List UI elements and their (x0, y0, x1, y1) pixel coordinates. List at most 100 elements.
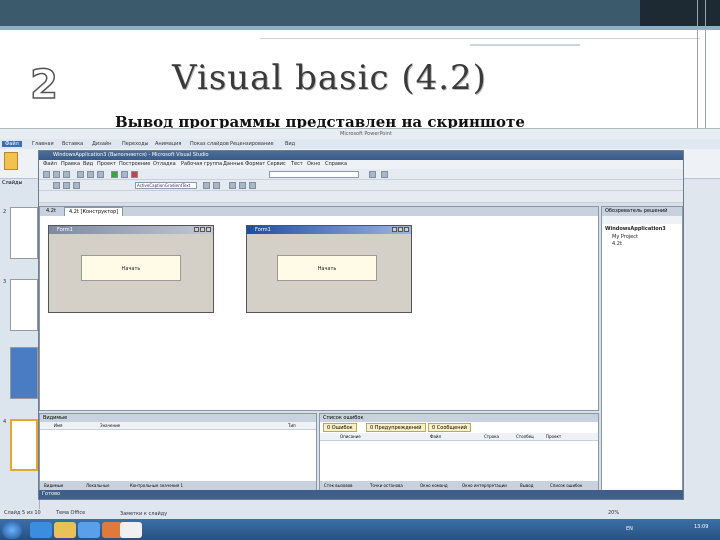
close-icon[interactable] (404, 227, 409, 232)
vs-config-combo[interactable] (269, 171, 359, 178)
error-list-pane: Список ошибок 0 Ошибок 0 Предупреждений … (319, 413, 599, 491)
slide-title: Visual basic (4.2) (172, 58, 487, 98)
solution-item[interactable]: WindowsApplication3 (605, 226, 666, 232)
clock: 13:09 (694, 524, 709, 530)
open-icon[interactable] (53, 171, 60, 178)
pause-icon[interactable] (121, 171, 128, 178)
vs-titlebar: WindowsApplication3 (Выполняется) - Micr… (39, 151, 683, 160)
slide-thumbnail[interactable] (10, 279, 38, 331)
start-button-icon[interactable] (2, 521, 22, 539)
maximize-icon[interactable] (398, 227, 403, 232)
vs-menu-item[interactable]: Данные (223, 161, 244, 167)
bold-icon[interactable] (203, 182, 210, 189)
vs-menu-item[interactable]: Окно (307, 161, 320, 167)
close-icon[interactable] (206, 227, 211, 232)
paste-icon[interactable] (97, 171, 104, 178)
vs-menu-item[interactable]: Правка (61, 161, 80, 167)
error-columns: Описание Файл Строка Столбец Проект (320, 433, 598, 441)
errors-filter[interactable]: 0 Ошибок (323, 423, 357, 432)
folder-icon[interactable] (54, 522, 76, 538)
maximize-icon[interactable] (200, 227, 205, 232)
col-header: Проект (546, 434, 562, 439)
pane-tab[interactable]: Окно команд (420, 483, 448, 488)
app-icon[interactable] (120, 522, 142, 538)
decor-vline (697, 0, 698, 130)
minimize-icon[interactable] (194, 227, 199, 232)
pane-tab[interactable]: Локальные (86, 483, 109, 488)
copy-icon[interactable] (87, 171, 94, 178)
vs-window: WindowsApplication3 (Выполняется) - Micr… (38, 150, 684, 500)
slide-thumbnail[interactable] (10, 207, 38, 259)
slide-thumbnail[interactable] (10, 347, 38, 399)
slide-number-badge: 2 (29, 62, 58, 104)
slide-thumbnail-selected[interactable] (10, 419, 38, 471)
warnings-filter[interactable]: 0 Предупреждений (366, 423, 426, 432)
pane-tab[interactable]: Вывод (520, 483, 533, 488)
align-center-icon[interactable] (63, 182, 70, 189)
align-right-icon[interactable] (73, 182, 80, 189)
form-titlebar: Form1 (247, 226, 411, 234)
pane-tab[interactable]: Окно интерпретации (462, 483, 507, 488)
ppt-tab[interactable]: Анимация (155, 141, 181, 147)
theme-name: Тема Office (56, 510, 86, 516)
slide: 2 Visual basic (4.2) Вывод программы пре… (0, 0, 720, 540)
format-icon[interactable] (229, 182, 236, 189)
pane-tab[interactable]: Видимые (44, 483, 63, 488)
vs-menu-item[interactable]: Файл (43, 161, 57, 167)
ppt-tab[interactable]: Показ слайдов (190, 141, 229, 147)
find-icon[interactable] (369, 171, 376, 178)
ie-icon[interactable] (30, 522, 52, 538)
locals-header: Видимые (40, 414, 316, 422)
vs-menu-item[interactable]: Вид (83, 161, 93, 167)
ppt-tab[interactable]: Вид (285, 141, 295, 147)
vs-menu-item[interactable]: Формат (245, 161, 265, 167)
vs-menu-item[interactable]: Сервис (267, 161, 286, 167)
vs-menu-item[interactable]: Построение (119, 161, 150, 167)
vs-menu-item[interactable]: Справка (325, 161, 347, 167)
slide-top-dark (640, 0, 720, 26)
pane-tab[interactable]: Контрольные значения 1 (130, 483, 183, 488)
vs-menu-item[interactable]: Отладка (153, 161, 176, 167)
vs-menu-item[interactable]: Проект (97, 161, 116, 167)
cut-icon[interactable] (77, 171, 84, 178)
solution-explorer-icon[interactable] (381, 171, 388, 178)
ppt-tab[interactable]: Дизайн (92, 141, 111, 147)
format-icon[interactable] (249, 182, 256, 189)
format-icon[interactable] (239, 182, 246, 189)
slide-top-strip (0, 26, 720, 30)
vs-menu-item[interactable]: Тест (291, 161, 303, 167)
ppt-tab-file[interactable]: Файл (2, 141, 22, 147)
decor-line (470, 44, 580, 46)
ppt-tab[interactable]: Вставка (62, 141, 83, 147)
col-header: Описание (340, 434, 361, 439)
save-icon[interactable] (63, 171, 70, 178)
solution-item[interactable]: 4.2t (612, 241, 622, 247)
start-debug-icon[interactable] (111, 171, 118, 178)
app-icon[interactable] (78, 522, 100, 538)
ppt-tab[interactable]: Переходы (122, 141, 149, 147)
italic-icon[interactable] (213, 182, 220, 189)
pane-tab[interactable]: Стек вызовов (324, 483, 353, 488)
color-combo[interactable]: ActiveCaptionGradientText (135, 182, 197, 189)
ppt-tab[interactable]: Главная (32, 141, 54, 147)
stop-icon[interactable] (131, 171, 138, 178)
vs-menu-item[interactable]: Рабочая группа (181, 161, 222, 167)
doc-tab[interactable]: 4.2t (42, 207, 60, 216)
start-button[interactable]: Начать (277, 255, 377, 281)
doc-tab-designer[interactable]: 4.2t [Конструктор] (64, 207, 124, 216)
paste-icon[interactable] (4, 152, 18, 170)
messages-filter[interactable]: 0 Сообщений (428, 423, 472, 432)
language-indicator[interactable]: EN (626, 526, 633, 532)
panel-label: Слайды (2, 180, 23, 186)
running-form-window: Form1 Начать (246, 225, 412, 313)
solution-item[interactable]: My Project (612, 234, 638, 240)
start-button[interactable]: Начать (81, 255, 181, 281)
align-left-icon[interactable] (53, 182, 60, 189)
minimize-icon[interactable] (392, 227, 397, 232)
pane-tab[interactable]: Список ошибок (550, 483, 582, 488)
new-project-icon[interactable] (43, 171, 50, 178)
vs-menubar: Файл Правка Вид Проект Построение Отладк… (39, 160, 683, 169)
error-pane-tabs: Стек вызовов Точки останова Окно команд … (320, 481, 598, 490)
pane-tab[interactable]: Точки останова (370, 483, 403, 488)
ppt-tab[interactable]: Рецензирование (230, 141, 274, 147)
